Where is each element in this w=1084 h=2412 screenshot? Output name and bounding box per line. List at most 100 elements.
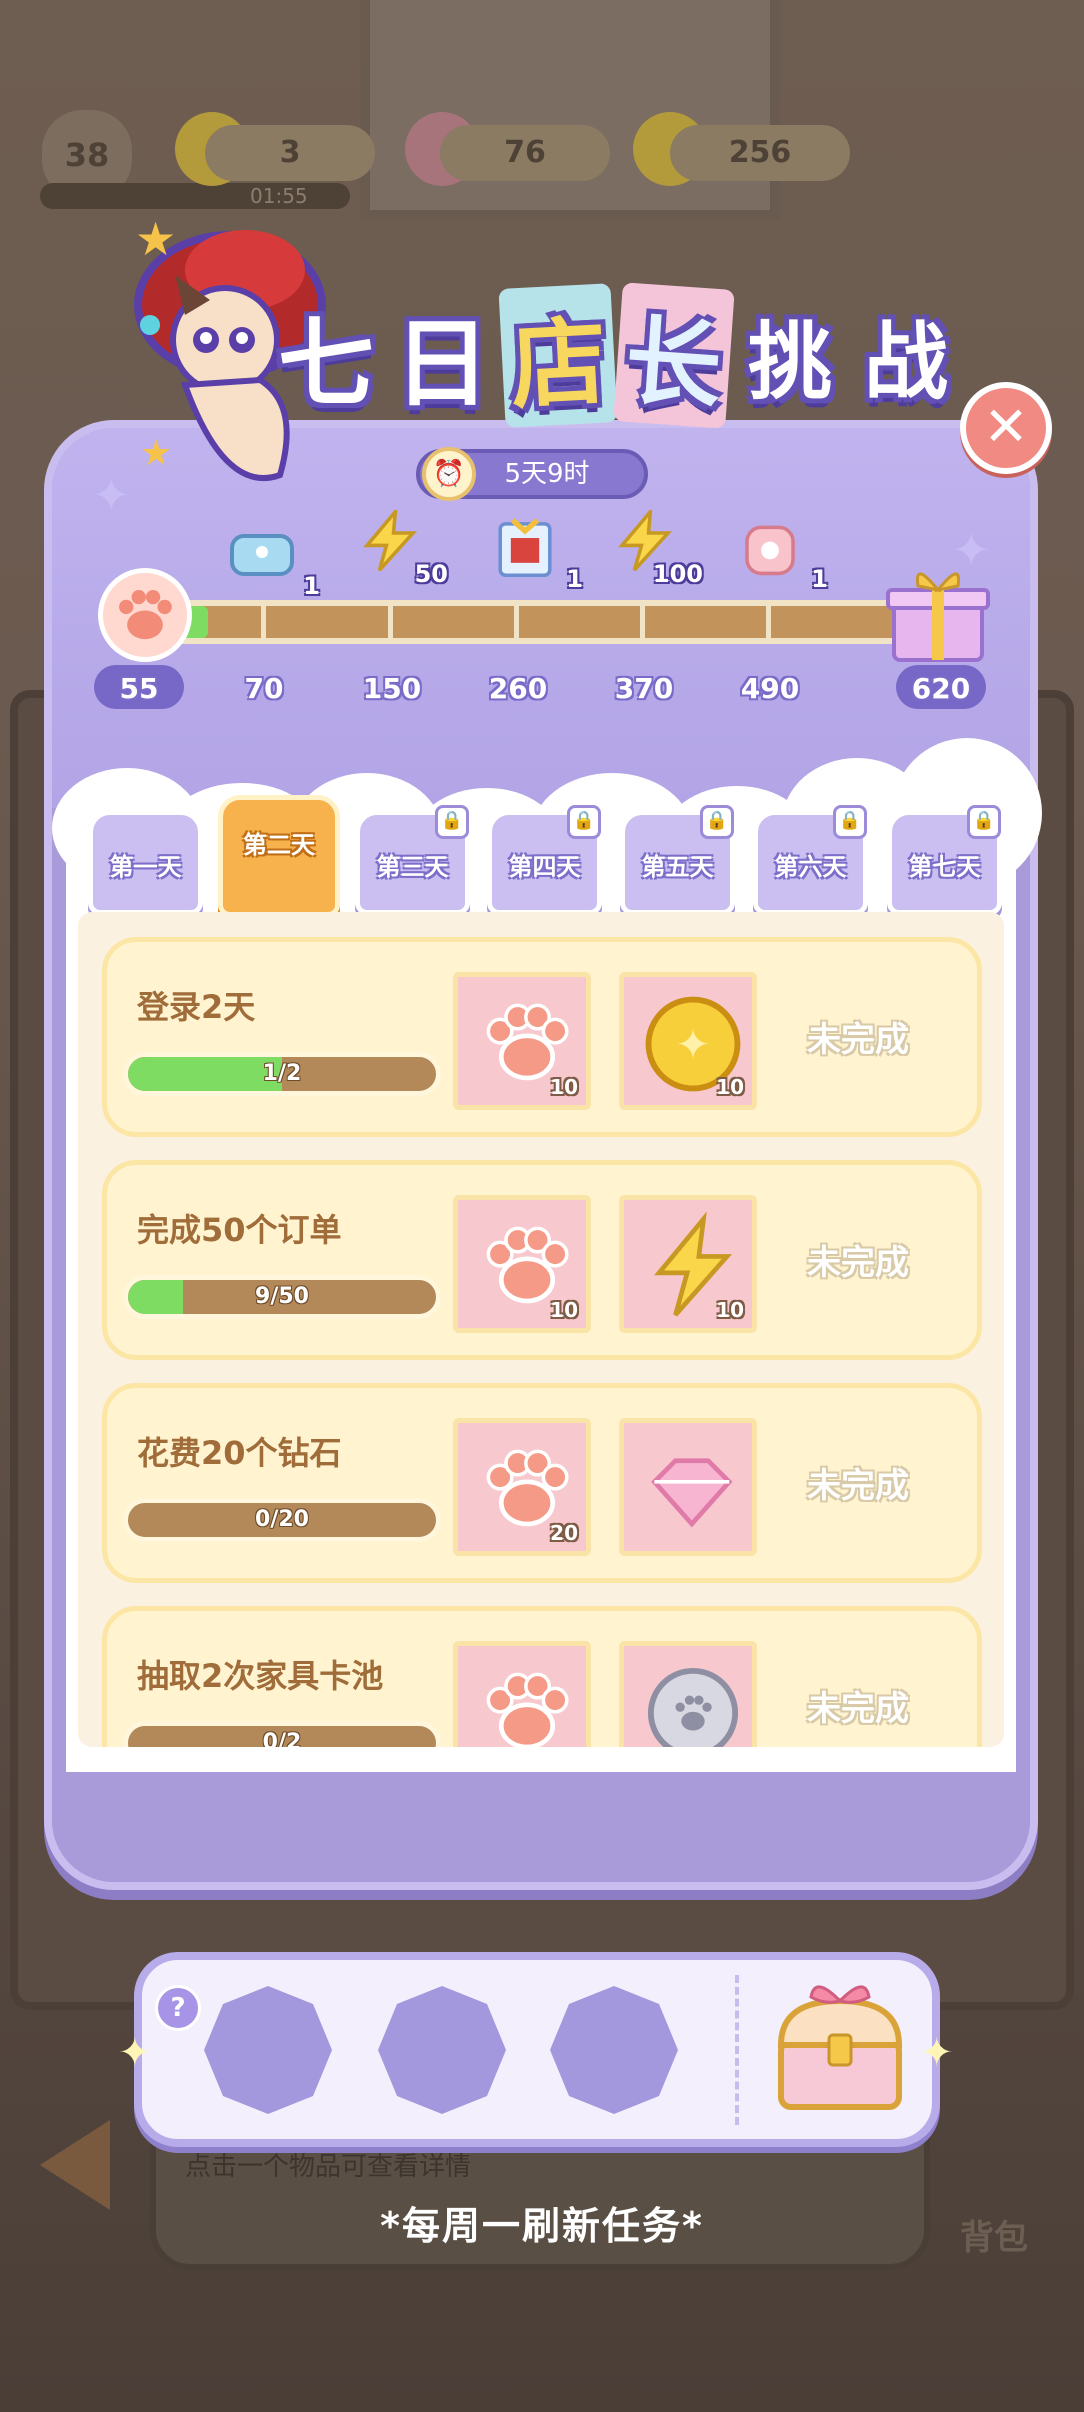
reward-slot[interactable]: 10 xyxy=(453,1195,591,1333)
reward-slot[interactable]: 10 xyxy=(453,972,591,1110)
clock-icon: ⏰ xyxy=(422,447,476,501)
reward-slot[interactable] xyxy=(619,1641,757,1747)
lock-icon: 🔒 xyxy=(833,805,867,839)
empty-slot-icon xyxy=(550,1986,678,2114)
bed-icon xyxy=(230,534,294,576)
progress-divider xyxy=(388,606,393,638)
progress-divider xyxy=(514,606,519,638)
milestone-label: 620 xyxy=(911,672,971,705)
pink-backpack-icon xyxy=(745,525,795,576)
reward-slot[interactable] xyxy=(619,1418,757,1556)
tab-label: 第二天 xyxy=(243,831,315,859)
lock-icon: 🔒 xyxy=(567,805,601,839)
task-card: 抽取2次家具卡池 0/2 未完成 xyxy=(102,1606,982,1747)
progress-divider xyxy=(766,606,771,638)
task-title: 登录2天 xyxy=(137,988,256,1026)
reward-slot[interactable]: 20 xyxy=(453,1418,591,1556)
sparkle-icon: ✦ xyxy=(920,2030,954,2076)
tab-day-6[interactable]: 第六天 🔒 xyxy=(753,805,868,915)
task-progress-text: 9/50 xyxy=(255,1284,309,1309)
final-gift-icon[interactable] xyxy=(884,560,992,668)
lock-icon: 🔒 xyxy=(967,805,1001,839)
milestone-label: 150 xyxy=(362,672,422,705)
tab-label: 第五天 xyxy=(641,853,714,881)
title-char: 日 xyxy=(394,307,490,420)
tab-label: 第七天 xyxy=(908,853,981,881)
coin-count: 256 xyxy=(670,125,850,181)
tab-day-5[interactable]: 第五天 🔒 xyxy=(620,805,735,915)
diamond-icon xyxy=(651,1458,733,1528)
weekly-refresh-note: *每周一刷新任务* xyxy=(380,2204,704,2248)
reward-count: 50 xyxy=(414,560,448,588)
task-status: 未完成 xyxy=(807,1466,909,1506)
task-progress-text: 1/2 xyxy=(262,1061,302,1086)
empty-slot-icon xyxy=(378,1986,506,2114)
milestone-reward[interactable]: 1 xyxy=(730,515,828,593)
tab-day-2[interactable]: 第二天 xyxy=(218,795,340,917)
reward-slot[interactable] xyxy=(453,1641,591,1747)
milestone-reward[interactable]: 50 xyxy=(350,510,448,588)
sparkle-icon: ✦ xyxy=(118,2030,152,2076)
task-list[interactable]: 登录2天 1/2 10 ✦ 10 未完成 完成50个订单 9/50 10 10 … xyxy=(78,912,1004,1747)
milestone-reward[interactable]: 1 xyxy=(222,522,320,600)
task-progress-bar: 9/50 xyxy=(123,1275,441,1319)
tab-label: 第三天 xyxy=(376,853,449,881)
lock-icon: 🔒 xyxy=(435,805,469,839)
modal-footer xyxy=(52,1772,1030,1882)
milestone-reward[interactable]: 100 xyxy=(605,510,703,588)
tab-day-1[interactable]: 第一天 xyxy=(88,810,203,915)
reward-count: 10 xyxy=(716,1075,744,1099)
milestone-reward[interactable]: 1 xyxy=(485,515,583,593)
tab-day-4[interactable]: 第四天 🔒 xyxy=(487,805,602,915)
tab-label: 第六天 xyxy=(774,853,847,881)
paw-icon xyxy=(98,568,192,662)
tab-label: 第一天 xyxy=(109,853,182,881)
reward-count: 1 xyxy=(811,565,828,593)
tab-day-3[interactable]: 第三天 🔒 xyxy=(355,805,470,915)
silver-coin-icon xyxy=(647,1667,739,1747)
divider xyxy=(735,1975,739,2125)
reward-count: 1 xyxy=(566,565,583,593)
task-card: 完成50个订单 9/50 10 10 未完成 xyxy=(102,1160,982,1360)
progress-divider xyxy=(261,606,266,638)
title-char: 店 xyxy=(498,282,618,428)
modal-title: 七 日 店 长 挑 战 xyxy=(270,280,962,430)
reward-count: 1 xyxy=(303,572,320,600)
milestone-label: 70 xyxy=(244,672,284,705)
gift-card-icon xyxy=(498,518,552,577)
paw-icon xyxy=(486,1672,569,1747)
help-button[interactable]: ? xyxy=(155,1985,201,2031)
task-status: 未完成 xyxy=(807,1689,909,1729)
task-progress-text: 0/20 xyxy=(255,1507,309,1532)
task-progress-bar: 0/20 xyxy=(123,1498,441,1542)
task-status: 未完成 xyxy=(807,1020,909,1060)
title-char: 七 xyxy=(278,307,374,420)
energy-count: 3 xyxy=(205,125,375,181)
close-button[interactable]: ✕ xyxy=(960,382,1052,474)
title-char: 挑 xyxy=(747,312,832,411)
reward-count: 20 xyxy=(550,1521,578,1545)
task-status: 未完成 xyxy=(807,1243,909,1283)
reward-slot[interactable]: ✦ 10 xyxy=(619,972,757,1110)
svg-text:★: ★ xyxy=(135,212,176,266)
current-score: 55 xyxy=(119,672,159,705)
lock-icon: 🔒 xyxy=(700,805,734,839)
task-card: 登录2天 1/2 10 ✦ 10 未完成 xyxy=(102,937,982,1137)
treasure-chest-icon[interactable] xyxy=(765,1975,915,2125)
task-title: 花费20个钻石 xyxy=(137,1434,342,1472)
tab-label: 第四天 xyxy=(508,853,581,881)
reward-count: 10 xyxy=(716,1298,744,1322)
title-char: 战 xyxy=(863,312,948,411)
task-card: 花费20个钻石 0/20 20 未完成 xyxy=(102,1383,982,1583)
milestone-label: 260 xyxy=(488,672,548,705)
progress-divider xyxy=(640,606,645,638)
task-progress-bar: 1/2 xyxy=(123,1052,441,1096)
milestone-label: 370 xyxy=(614,672,674,705)
background-hint: 点击一个物品可查看详情 xyxy=(185,2152,472,2182)
reward-slot[interactable]: 10 xyxy=(619,1195,757,1333)
empty-slot-icon xyxy=(204,1986,332,2114)
gem-count: 76 xyxy=(440,125,610,181)
milestone-label: 490 xyxy=(740,672,800,705)
tab-day-7[interactable]: 第七天 🔒 xyxy=(887,805,1002,915)
reward-count: 10 xyxy=(550,1298,578,1322)
